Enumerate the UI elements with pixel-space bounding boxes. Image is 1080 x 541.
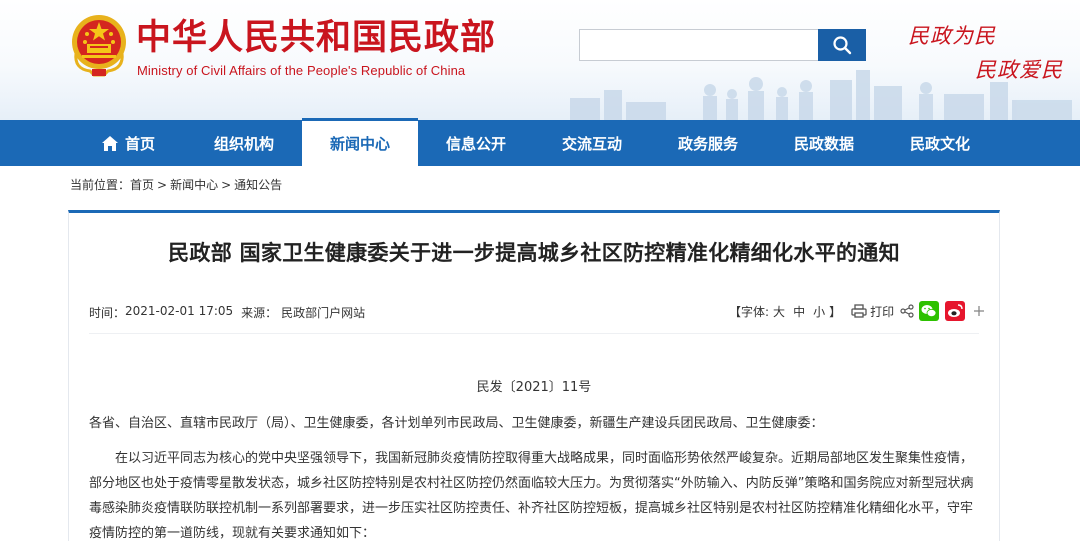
breadcrumb-news-center[interactable]: 新闻中心 — [170, 176, 218, 193]
breadcrumb-separator: > — [157, 177, 168, 192]
nav-item-interaction[interactable]: 交流互动 — [534, 120, 650, 166]
wechat-share-button[interactable] — [919, 301, 940, 321]
print-label: 打印 — [870, 304, 895, 319]
font-size-close: 】 — [829, 304, 842, 319]
nav-item-government-services[interactable]: 政务服务 — [650, 120, 766, 166]
time-label: 时间： — [89, 306, 126, 320]
article-title: 民政部 国家卫生健康委关于进一步提高城乡社区防控精准化精细化水平的通知 — [168, 241, 900, 265]
recipients: 各省、自治区、直辖市民政厅（局）、卫生健康委，各计划单列市民政局、卫生健康委，新… — [89, 416, 824, 431]
site-header: 中华人民共和国民政部 Ministry of Civil Affairs of … — [0, 0, 1080, 120]
plus-icon — [974, 306, 985, 316]
font-size-label: 【字体: — [729, 304, 770, 319]
share-icon — [900, 304, 914, 318]
site-title-en: Ministry of Civil Affairs of the People'… — [137, 63, 466, 78]
nav-label: 政务服务 — [677, 134, 738, 153]
nav-item-civil-culture[interactable]: 民政文化 — [882, 120, 998, 166]
share-button[interactable] — [900, 304, 914, 318]
weibo-icon — [945, 301, 966, 321]
article-tools: 【字体: 大 中 小 】 打印 — [729, 301, 985, 321]
search-icon — [833, 36, 852, 55]
home-icon — [101, 135, 119, 152]
nav-label: 首页 — [124, 134, 155, 153]
breadcrumb-separator: > — [221, 177, 232, 192]
font-size-medium-button[interactable]: 中 — [793, 303, 805, 320]
nav-item-home[interactable]: 首页 — [70, 120, 186, 166]
search-input[interactable] — [579, 29, 819, 61]
main-nav: 首页 组织机构 新闻中心 信息公开 交流互动 政务服务 民政数据 民政文化 — [0, 118, 1080, 166]
nav-label: 民政数据 — [793, 134, 854, 153]
breadcrumb-prefix: 当前位置： — [70, 178, 131, 192]
print-button[interactable]: 打印 — [851, 303, 894, 320]
nav-item-info-disclosure[interactable]: 信息公开 — [418, 120, 534, 166]
slogan-bottom: 民政爱民 — [975, 58, 1063, 82]
wechat-icon — [919, 301, 940, 321]
national-emblem-icon — [72, 15, 126, 77]
source-label: 来源： — [241, 306, 278, 320]
publish-time: 2021-02-01 17:05 — [125, 304, 234, 318]
breadcrumb-notices[interactable]: 通知公告 — [234, 176, 282, 193]
printer-icon — [851, 304, 867, 318]
article-meta: 时间： 2021-02-01 17:05 来源： 民政部门户网站 — [89, 304, 373, 321]
nav-item-news-center[interactable]: 新闻中心 — [302, 118, 418, 166]
font-size-small-button[interactable]: 小 — [813, 303, 825, 320]
nav-label: 组织机构 — [213, 134, 274, 153]
nav-item-civil-data[interactable]: 民政数据 — [766, 120, 882, 166]
nav-label: 民政文化 — [909, 134, 970, 153]
breadcrumb: 当前位置： 首页 > 新闻中心 > 通知公告 — [70, 176, 282, 193]
more-share-button[interactable] — [973, 305, 985, 317]
breadcrumb-home[interactable]: 首页 — [130, 176, 154, 193]
nav-label: 新闻中心 — [329, 135, 390, 153]
font-size-large-button[interactable]: 大 — [773, 303, 785, 320]
search-button[interactable] — [818, 29, 866, 61]
article-panel: 民政部 国家卫生健康委关于进一步提高城乡社区防控精准化精细化水平的通知 时间： … — [68, 210, 1000, 541]
meta-divider — [89, 333, 979, 334]
nav-item-organization[interactable]: 组织机构 — [186, 120, 302, 166]
article-source: 民政部门户网站 — [281, 306, 366, 320]
article-paragraph: 在以习近平同志为核心的党中央坚强领导下，我国新冠肺炎疫情防控取得重大战略成果，同… — [89, 451, 974, 541]
weibo-share-button[interactable] — [945, 301, 966, 321]
document-number: 民发〔2021〕11号 — [476, 380, 592, 395]
nav-label: 交流互动 — [561, 134, 622, 153]
site-title-cn: 中华人民共和国民政部 — [136, 18, 497, 58]
slogan-top: 民政为民 — [908, 24, 996, 48]
nav-label: 信息公开 — [445, 134, 506, 153]
